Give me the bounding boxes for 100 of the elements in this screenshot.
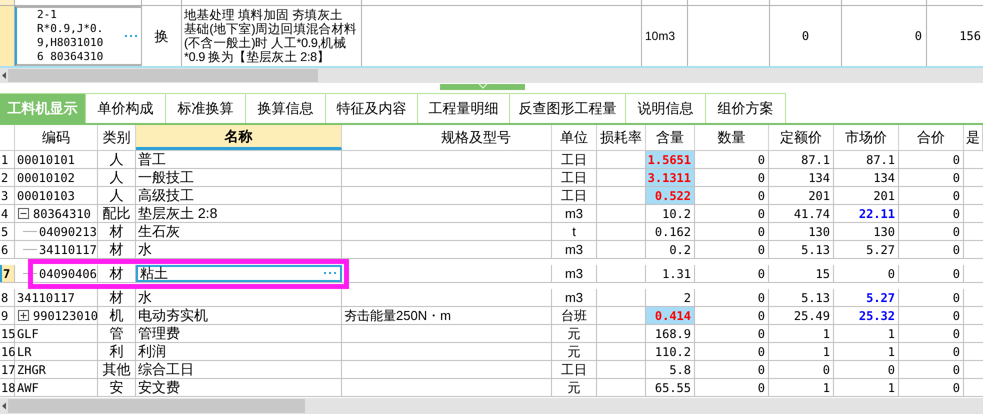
row-number[interactable]: 15 <box>0 325 15 342</box>
quantity-value: 0 <box>758 326 765 342</box>
item-code: 990123010 <box>33 308 98 324</box>
quantity-value: 0 <box>758 224 765 240</box>
item-unit: 工日 <box>561 168 587 187</box>
quota-price: 201 <box>808 188 830 204</box>
quantity-value: 0 <box>758 242 765 258</box>
total-price: 0 <box>952 362 960 378</box>
item-code: 34110117 <box>39 242 97 258</box>
quota-price: 1 <box>822 326 830 342</box>
quota-price: 25.49 <box>794 308 830 324</box>
total-price: 0 <box>952 242 960 258</box>
code-cell[interactable]: 2-1 R*0.9,J*0. 9,H8031010 6 80364310 <box>15 6 142 66</box>
more-icon[interactable] <box>125 34 137 38</box>
item-unit: 工日 <box>561 360 587 379</box>
item-code: GLF <box>17 326 39 342</box>
item-type: 材 <box>110 264 124 283</box>
total-price: 0 <box>952 266 960 282</box>
item-name: 水 <box>138 288 152 307</box>
tree-line <box>23 273 37 274</box>
tab[interactable]: 工程量明细 <box>418 93 510 123</box>
item-code: 00010102 <box>17 170 75 186</box>
tab[interactable]: 特征及内容 <box>326 93 418 123</box>
quantity-value: 0 <box>758 170 765 186</box>
item-unit: m3 <box>564 204 584 223</box>
item-unit: 工日 <box>561 150 587 169</box>
tab[interactable]: 单价构成 <box>86 93 166 123</box>
item-type: 管 <box>110 324 124 343</box>
item-unit: m3 <box>564 264 584 283</box>
item-type: 其他 <box>102 360 130 379</box>
row-number[interactable]: 1 <box>0 151 15 168</box>
tab[interactable]: 反查图形工程量 <box>510 93 626 123</box>
quota-price: 5.13 <box>801 290 830 306</box>
market-price: 5.27 <box>866 242 895 258</box>
row-number[interactable]: 2 <box>0 169 15 186</box>
item-code: 00010101 <box>17 152 75 168</box>
row-number[interactable]: 3 <box>0 187 15 204</box>
quota-price: 41.74 <box>794 206 830 222</box>
item-unit: 元 <box>568 342 580 361</box>
row-number[interactable]: 7 <box>0 265 15 282</box>
market-price: 1 <box>888 380 895 396</box>
row-number[interactable]: 17 <box>0 361 15 378</box>
splitter-handle[interactable] <box>440 84 525 90</box>
expand-icon[interactable] <box>18 310 29 321</box>
item-name: 综合工日 <box>138 360 194 379</box>
item-name: 垫层灰土 2:8 <box>138 204 218 223</box>
content-value: 0.414 <box>646 307 695 324</box>
total-price: 0 <box>952 188 960 204</box>
scrollbar-thumb[interactable] <box>8 69 318 82</box>
market-price: 25.32 <box>858 308 895 324</box>
item-spec: 夯击能量250N・m <box>344 306 451 325</box>
total-price: 0 <box>952 152 960 168</box>
item-name: 地基处理 填料加固 夯填灰土 基础(地下室)周边回填混合材料 (不含一般土)时 人工*0.9,机械 *0.9 换为【垫层灰土 2:8】 <box>184 8 357 64</box>
quantity-value: 0 <box>758 290 765 306</box>
item-code: 04090406 <box>39 266 97 282</box>
tab[interactable]: 说明信息 <box>626 93 706 123</box>
tab[interactable]: 组价方案 <box>706 93 786 123</box>
market-price: 0 <box>888 362 895 378</box>
horizontal-scrollbar[interactable] <box>0 398 983 414</box>
row-number[interactable]: 16 <box>0 343 15 360</box>
row-number[interactable]: 6 <box>0 241 15 258</box>
row-number[interactable]: 5 <box>0 223 15 240</box>
column-header[interactable]: 名称 <box>136 125 342 150</box>
item-type: 机 <box>110 306 124 325</box>
row-number[interactable]: 9 <box>0 307 15 324</box>
total-price: 0 <box>952 344 960 360</box>
scrollbar-thumb[interactable] <box>8 399 305 413</box>
market-price: 1 <box>888 344 895 360</box>
total-price: 0 <box>952 308 960 324</box>
row-number[interactable]: 8 <box>0 289 15 306</box>
column-header[interactable]: 是 <box>964 125 983 150</box>
tree-line <box>23 249 37 250</box>
item-type: 利 <box>110 342 124 361</box>
quantity-value: 0 <box>758 266 765 282</box>
quota-price: 15 <box>816 266 830 282</box>
total-price: 0 <box>952 224 960 240</box>
quota-price: 5.13 <box>801 242 830 258</box>
horizontal-scrollbar[interactable] <box>0 68 983 83</box>
market-price: 5.27 <box>866 290 895 306</box>
quota-price: 0 <box>822 362 830 378</box>
item-code: 2-1 R*0.9,J*0. 9,H8031010 6 80364310 <box>37 8 104 64</box>
item-unit: 工日 <box>561 186 587 205</box>
row-number[interactable]: 18 <box>0 379 15 396</box>
column-header[interactable]: 损耗率 <box>597 125 646 150</box>
item-name: 普工 <box>138 150 166 169</box>
market-price: 134 <box>873 170 895 186</box>
collapse-icon[interactable] <box>18 208 29 219</box>
item-unit: 元 <box>568 378 580 397</box>
item-type: 材 <box>110 240 124 259</box>
table-cell-text: 0 <box>914 28 922 45</box>
tab[interactable]: 换算信息 <box>246 93 326 123</box>
item-name: 高级技工 <box>138 186 194 205</box>
quota-price: 1 <box>822 344 830 360</box>
row-indicator[interactable] <box>0 0 15 5</box>
total-price: 0 <box>952 380 960 396</box>
row-number[interactable]: 4 <box>0 205 15 222</box>
item-unit: m3 <box>564 240 584 259</box>
item-name: 电动夯实机 <box>138 306 208 325</box>
tab[interactable]: 标准换算 <box>166 93 246 123</box>
more-icon[interactable] <box>324 272 336 275</box>
